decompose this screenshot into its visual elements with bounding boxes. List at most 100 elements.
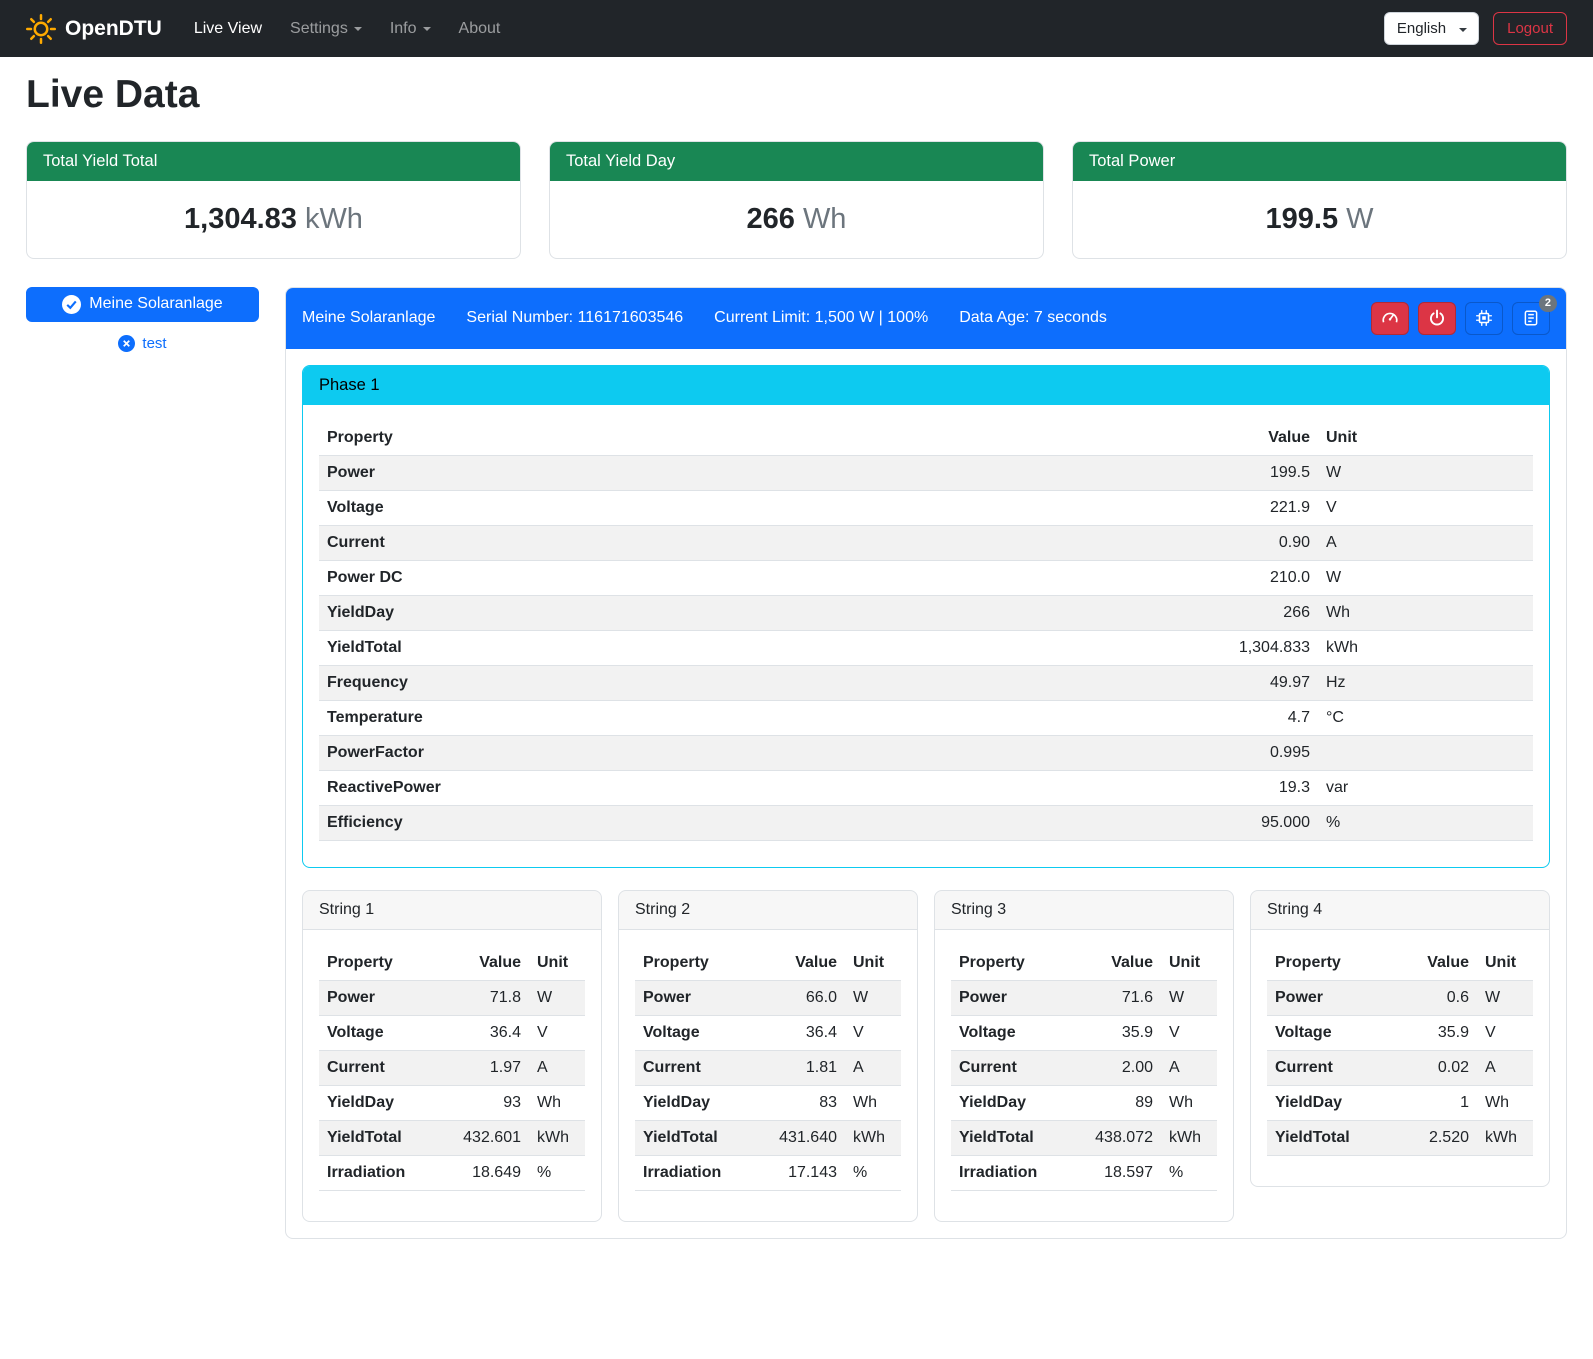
inverter-panel: Meine Solaranlage Serial Number: 1161716… bbox=[285, 287, 1567, 1239]
value-cell: 71.6 bbox=[1083, 980, 1161, 1015]
string-card-header: String 4 bbox=[1251, 891, 1549, 930]
table-row: YieldDay93Wh bbox=[319, 1085, 585, 1120]
total-yield-day-card: Total Yield Day 266Wh bbox=[549, 141, 1044, 259]
inverter-panel-header: Meine Solaranlage Serial Number: 1161716… bbox=[286, 288, 1566, 349]
string-table: Property Value Unit Power0.6WVoltage35.9… bbox=[1267, 946, 1533, 1156]
column-header-property: Property bbox=[635, 946, 767, 981]
logout-button[interactable]: Logout bbox=[1493, 12, 1567, 45]
serial-number: Serial Number: 116171603546 bbox=[466, 309, 683, 327]
value-cell: 36.4 bbox=[451, 1015, 529, 1050]
property-cell: Frequency bbox=[319, 665, 1218, 700]
table-row: Power DC210.0W bbox=[319, 560, 1533, 595]
value-unit: kWh bbox=[305, 203, 363, 235]
string-card-body: Property Value Unit Power71.6WVoltage35.… bbox=[935, 930, 1233, 1221]
table-row: Voltage221.9V bbox=[319, 490, 1533, 525]
sidebar-item-inverter-selected[interactable]: Meine Solaranlage bbox=[26, 287, 259, 322]
property-cell: YieldTotal bbox=[635, 1120, 767, 1155]
unit-cell: W bbox=[1318, 455, 1533, 490]
value-cell: 199.5 bbox=[1218, 455, 1318, 490]
total-power-card: Total Power 199.5W bbox=[1072, 141, 1567, 259]
device-info-button[interactable] bbox=[1465, 302, 1503, 335]
inverter-action-buttons: 2 bbox=[1371, 302, 1550, 335]
property-cell: Voltage bbox=[951, 1015, 1083, 1050]
column-header-unit: Unit bbox=[529, 946, 585, 981]
value-cell: 49.97 bbox=[1218, 665, 1318, 700]
navbar-right: English Logout bbox=[1384, 12, 1567, 45]
table-row: Power199.5W bbox=[319, 455, 1533, 490]
chevron-down-icon bbox=[423, 27, 431, 31]
property-cell: Current bbox=[951, 1050, 1083, 1085]
limit-gauge-icon bbox=[1381, 309, 1399, 327]
nav-item-info[interactable]: Info bbox=[376, 12, 445, 46]
unit-cell: Hz bbox=[1318, 665, 1533, 700]
value-cell: 0.995 bbox=[1218, 735, 1318, 770]
table-row: Current1.97A bbox=[319, 1050, 585, 1085]
column-header-value: Value bbox=[1218, 421, 1318, 456]
property-cell: Power bbox=[1267, 980, 1399, 1015]
total-yield-total-card: Total Yield Total 1,304.83kWh bbox=[26, 141, 521, 259]
string-card-body: Property Value Unit Power0.6WVoltage35.9… bbox=[1251, 930, 1549, 1186]
property-cell: Power bbox=[319, 455, 1218, 490]
unit-cell: V bbox=[1161, 1015, 1217, 1050]
table-row: Voltage35.9V bbox=[951, 1015, 1217, 1050]
unit-cell: kWh bbox=[1477, 1120, 1533, 1155]
phase-card: Phase 1 Property Value Unit Power199.5WV… bbox=[302, 365, 1550, 868]
value-number: 199.5 bbox=[1266, 203, 1339, 235]
string-table-body: Power66.0WVoltage36.4VCurrent1.81AYieldD… bbox=[635, 980, 901, 1190]
string-card-header: String 1 bbox=[303, 891, 601, 930]
table-header-row: Property Value Unit bbox=[951, 946, 1217, 981]
value-unit: Wh bbox=[803, 203, 847, 235]
nav-item-live-view[interactable]: Live View bbox=[180, 12, 276, 46]
value-number: 1,304.83 bbox=[184, 203, 297, 235]
table-header-row: Property Value Unit bbox=[1267, 946, 1533, 981]
table-header-row: Property Value Unit bbox=[319, 421, 1533, 456]
property-cell: Voltage bbox=[319, 1015, 451, 1050]
property-cell: Voltage bbox=[635, 1015, 767, 1050]
unit-cell: % bbox=[1161, 1155, 1217, 1190]
value-cell: 93 bbox=[451, 1085, 529, 1120]
event-log-button[interactable]: 2 bbox=[1512, 302, 1550, 335]
page-title: Live Data bbox=[26, 73, 1567, 117]
string-4-card: String 4 Property Value Unit bbox=[1250, 890, 1550, 1187]
unit-cell: Wh bbox=[529, 1085, 585, 1120]
table-row: YieldTotal432.601kWh bbox=[319, 1120, 585, 1155]
column-header-value: Value bbox=[767, 946, 845, 981]
string-card-body: Property Value Unit Power66.0WVoltage36.… bbox=[619, 930, 917, 1221]
table-row: Irradiation17.143% bbox=[635, 1155, 901, 1190]
brand-link[interactable]: OpenDTU bbox=[26, 14, 162, 44]
property-cell: Power bbox=[319, 980, 451, 1015]
value-cell: 18.597 bbox=[1083, 1155, 1161, 1190]
unit-cell bbox=[1318, 735, 1533, 770]
table-row: YieldTotal431.640kWh bbox=[635, 1120, 901, 1155]
phase-card-header: Phase 1 bbox=[303, 366, 1549, 405]
string-table: Property Value Unit Power71.8WVoltage36.… bbox=[319, 946, 585, 1191]
table-row: Current0.90A bbox=[319, 525, 1533, 560]
unit-cell: A bbox=[1477, 1050, 1533, 1085]
column-header-property: Property bbox=[319, 946, 451, 981]
unit-cell: Wh bbox=[1161, 1085, 1217, 1120]
value-cell: 35.9 bbox=[1083, 1015, 1161, 1050]
language-select-value: English bbox=[1397, 20, 1446, 37]
inverter-sidebar: Meine Solaranlage test bbox=[26, 287, 259, 352]
value-cell: 71.8 bbox=[451, 980, 529, 1015]
table-header-row: Property Value Unit bbox=[635, 946, 901, 981]
data-age: Data Age: 7 seconds bbox=[959, 309, 1107, 327]
nav-item-settings[interactable]: Settings bbox=[276, 12, 376, 46]
power-button[interactable] bbox=[1418, 302, 1456, 335]
nav-item-about[interactable]: About bbox=[445, 12, 515, 46]
limit-settings-button[interactable] bbox=[1371, 302, 1409, 335]
sidebar-item-inverter-test[interactable]: test bbox=[26, 335, 259, 352]
table-row: Irradiation18.597% bbox=[951, 1155, 1217, 1190]
value-cell: 210.0 bbox=[1218, 560, 1318, 595]
phase-table: Property Value Unit Power199.5WVoltage22… bbox=[319, 421, 1533, 841]
power-icon bbox=[1428, 309, 1446, 327]
summary-cards-row: Total Yield Total 1,304.83kWh Total Yiel… bbox=[26, 141, 1567, 259]
property-cell: Irradiation bbox=[635, 1155, 767, 1190]
value-cell: 0.6 bbox=[1399, 980, 1477, 1015]
value-cell: 266 bbox=[1218, 595, 1318, 630]
language-select[interactable]: English bbox=[1384, 12, 1479, 45]
value-cell: 83 bbox=[767, 1085, 845, 1120]
chevron-down-icon bbox=[354, 27, 362, 31]
phase-card-body: Property Value Unit Power199.5WVoltage22… bbox=[303, 405, 1549, 867]
value-cell: 0.90 bbox=[1218, 525, 1318, 560]
